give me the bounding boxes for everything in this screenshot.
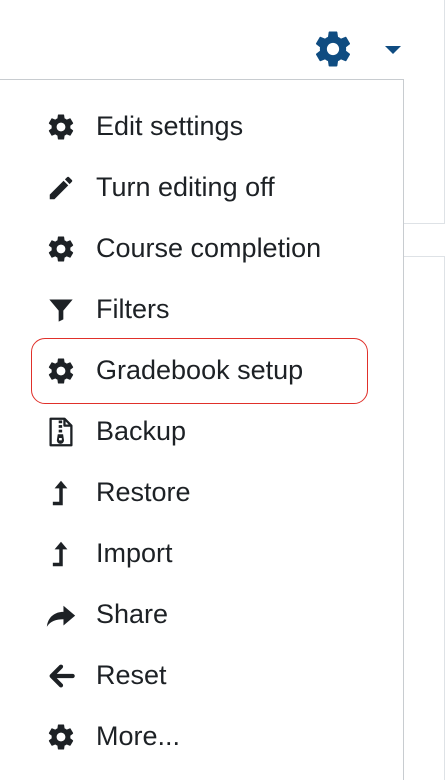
gear-icon <box>45 722 77 752</box>
menu-item-turn-editing-off[interactable]: Turn editing off <box>0 157 400 218</box>
menu-item-filters[interactable]: Filters <box>0 279 400 340</box>
menu-item-label: Backup <box>96 416 187 446</box>
menu-item-edit-settings[interactable]: Edit settings <box>0 96 400 157</box>
menu-item-label: Reset <box>96 660 167 690</box>
menu-item-gradebook-setup[interactable]: Gradebook setup <box>0 340 400 401</box>
level-up-icon <box>45 478 77 508</box>
page: Edit settings Turn editing off Course co… <box>0 0 448 780</box>
gear-icon <box>45 234 77 264</box>
menu-item-reset[interactable]: Reset <box>0 645 400 706</box>
menu-item-more[interactable]: More... <box>0 706 400 767</box>
file-archive-icon <box>45 417 77 447</box>
background-panel-top <box>403 0 445 224</box>
gear-icon <box>45 112 77 142</box>
menu-item-label: Edit settings <box>96 111 244 141</box>
share-icon <box>45 600 77 630</box>
level-up-icon <box>45 539 77 569</box>
menu-item-label: Share <box>96 599 169 629</box>
arrow-left-icon <box>45 661 77 691</box>
menu-item-label: Gradebook setup <box>96 355 304 385</box>
menu-item-course-completion[interactable]: Course completion <box>0 218 400 279</box>
gear-icon <box>312 28 354 70</box>
pencil-icon <box>45 173 77 203</box>
course-actions-dropdown-menu: Edit settings Turn editing off Course co… <box>0 79 404 780</box>
caret-down-icon <box>385 46 401 54</box>
menu-item-label: Import <box>96 538 173 568</box>
menu-item-label: More... <box>96 721 181 751</box>
menu-item-share[interactable]: Share <box>0 584 400 645</box>
menu-item-label: Course completion <box>96 233 322 263</box>
gear-icon <box>45 356 77 386</box>
menu-item-import[interactable]: Import <box>0 523 400 584</box>
menu-item-restore[interactable]: Restore <box>0 462 400 523</box>
filter-icon <box>45 295 77 325</box>
menu-item-backup[interactable]: Backup <box>0 401 400 462</box>
menu-item-label: Restore <box>96 477 191 507</box>
menu-item-label: Turn editing off <box>96 172 275 202</box>
menu-item-label: Filters <box>96 294 170 324</box>
course-actions-menu-trigger[interactable] <box>308 24 408 74</box>
background-panel-bottom <box>403 256 445 780</box>
